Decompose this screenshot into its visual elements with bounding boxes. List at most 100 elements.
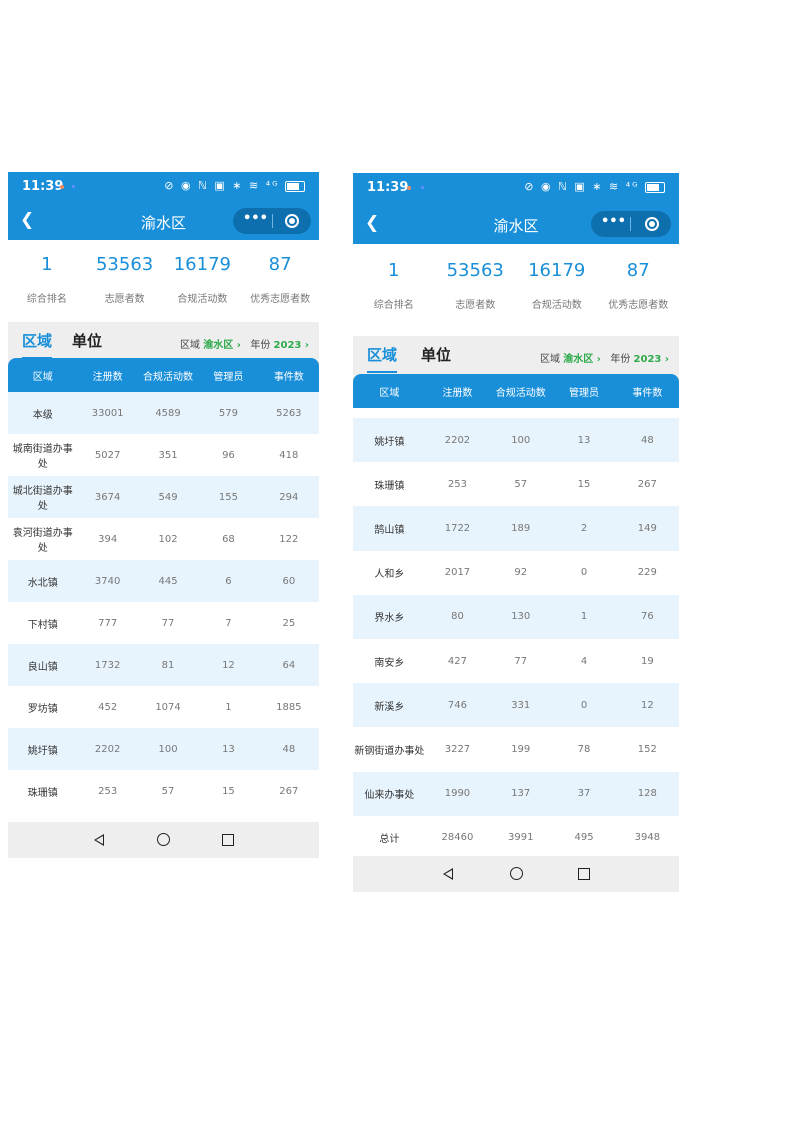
table-cell: 57 xyxy=(161,785,175,797)
table-cell: 92 xyxy=(514,567,528,579)
year-filter-label: 年份 xyxy=(250,340,271,351)
stat-value: 87 xyxy=(626,260,650,281)
region-name-cell: 总计 xyxy=(379,834,400,846)
stat-excellent: 87 优秀志愿者数 xyxy=(241,252,319,322)
stat-excellent: 87 优秀志愿者数 xyxy=(598,258,680,336)
table-row[interactable]: 新钢街道办事处 3227 199 78 152 xyxy=(353,727,679,771)
more-icon[interactable]: ••• xyxy=(601,214,626,229)
table-cell: 267 xyxy=(637,478,657,490)
mini-program-capsule: ••• xyxy=(233,208,311,234)
table-cell: 199 xyxy=(511,743,531,755)
close-target-icon[interactable] xyxy=(285,214,299,228)
table-row[interactable]: 南安乡 427 77 4 19 xyxy=(353,639,679,683)
table-row[interactable]: 水北镇 3740 445 6 60 xyxy=(8,560,319,602)
table-cell: 100 xyxy=(511,434,531,446)
table-row[interactable]: 罗坊镇 452 1074 1 1885 xyxy=(8,686,319,728)
table-cell: 2017 xyxy=(444,567,471,579)
region-name-cell: 鹄山镇 xyxy=(374,524,405,536)
stat-value: 87 xyxy=(268,254,292,275)
stat-rank: 1 综合排名 xyxy=(353,258,435,336)
table-cell: 1990 xyxy=(444,788,471,800)
stats-row: 1 综合排名 53563 志愿者数 16179 合规活动数 87 优秀志愿者数 xyxy=(353,244,679,336)
table-cell: 13 xyxy=(222,743,235,755)
header-cell: 合规活动数 xyxy=(495,387,546,399)
table-row[interactable]: 城南街道办事处 5027 351 96 418 xyxy=(8,434,319,476)
table-row[interactable]: 人和乡 2017 92 0 229 xyxy=(353,551,679,595)
table-row[interactable]: 姚圩镇 2202 100 13 48 xyxy=(8,728,319,770)
table-header: 区域 注册数 合规活动数 管理员 事件数 xyxy=(353,374,679,408)
header-cell: 注册数 xyxy=(92,371,123,383)
table-row[interactable]: 鹄山镇 1722 189 2 149 xyxy=(353,506,679,551)
table-cell: 15 xyxy=(222,785,235,797)
table-cell: 57 xyxy=(514,478,528,490)
back-nav-icon[interactable] xyxy=(443,868,453,880)
back-nav-icon[interactable] xyxy=(94,834,104,846)
region-name-cell: 姚圩镇 xyxy=(27,745,58,757)
tab-region[interactable]: 区域 xyxy=(22,330,53,359)
more-icon[interactable]: ••• xyxy=(243,211,268,226)
chevron-right-icon: › xyxy=(236,340,241,351)
year-filter[interactable]: 2023 › xyxy=(634,354,669,365)
tab-unit[interactable]: 单位 xyxy=(421,344,451,365)
table-cell: 253 xyxy=(447,478,467,490)
status-time: 11:39 xyxy=(22,179,64,194)
header-cell: 区域 xyxy=(379,387,400,399)
filter-bar: 区域 渝水区 › 年份 2023 › xyxy=(180,336,309,351)
recents-icon[interactable] xyxy=(578,868,590,880)
table-cell: 12 xyxy=(222,659,235,671)
area-filter-value: 渝水区 xyxy=(563,354,594,365)
table-row[interactable]: 珠珊镇 253 57 15 267 xyxy=(8,770,319,812)
region-name-cell: 珠珊镇 xyxy=(374,480,405,492)
table-cell: 746 xyxy=(447,699,467,711)
home-icon[interactable] xyxy=(157,833,170,846)
table-row[interactable]: 总计 28460 3991 495 3948 xyxy=(353,816,679,860)
table-cell: 37 xyxy=(577,788,591,800)
tab-unit[interactable]: 单位 xyxy=(72,330,102,351)
table-cell: 1 xyxy=(580,611,588,623)
table-cell: 13 xyxy=(577,434,591,446)
area-filter-label: 区域 xyxy=(180,340,201,351)
stat-value: 53563 xyxy=(95,254,154,275)
table-cell: 0 xyxy=(580,699,588,711)
region-name-cell: 袁河街道办事处 xyxy=(12,528,73,554)
table-cell: 418 xyxy=(279,449,299,461)
table-cell: 3674 xyxy=(94,491,121,503)
table-body: 本级 33001 4589 579 5263 城南街道办事处 5027 351 96 418 城北街… xyxy=(8,392,319,812)
table-cell: 68 xyxy=(222,533,235,545)
region-name-cell: 仙来办事处 xyxy=(364,790,415,802)
home-icon[interactable] xyxy=(510,867,523,880)
table-row[interactable]: 珠珊镇 253 57 15 267 xyxy=(353,462,679,506)
table-row[interactable]: 本级 33001 4589 579 5263 xyxy=(8,392,319,434)
table-cell: 96 xyxy=(222,449,235,461)
table-cell: 394 xyxy=(98,533,118,545)
table-row[interactable]: 袁河街道办事处 394 102 68 122 xyxy=(8,518,319,560)
table-row[interactable]: 界水乡 80 130 1 76 xyxy=(353,594,679,639)
table-cell: 445 xyxy=(158,575,178,587)
status-bar: 11:39 ⊘ ◉ ℕ ▣ ∗ ≋ ⁴ᴳ xyxy=(8,172,319,202)
header-cell: 注册数 xyxy=(442,387,473,399)
table-row[interactable]: 良山镇 1732 81 12 64 xyxy=(8,644,319,686)
year-filter[interactable]: 2023 › xyxy=(274,340,309,351)
area-filter[interactable]: 渝水区 › xyxy=(203,340,241,351)
table-cell: 152 xyxy=(637,743,657,755)
recents-icon[interactable] xyxy=(222,834,234,846)
stat-value: 1 xyxy=(388,260,400,281)
table-cell: 78 xyxy=(577,743,591,755)
area-filter[interactable]: 渝水区 › xyxy=(563,354,601,365)
table-cell: 0 xyxy=(580,567,588,579)
table-row[interactable]: 城北街道办事处 3674 549 155 294 xyxy=(8,476,319,518)
year-filter-label: 年份 xyxy=(610,354,631,365)
area-filter-label: 区域 xyxy=(540,354,561,365)
table-row[interactable]: 新溪乡 746 331 0 12 xyxy=(353,683,679,728)
stat-rank: 1 综合排名 xyxy=(8,252,86,322)
header-cell: 事件数 xyxy=(632,387,663,399)
close-target-icon[interactable] xyxy=(645,217,659,231)
table-row[interactable]: 仙来办事处 1990 137 37 128 xyxy=(353,771,679,816)
tab-region[interactable]: 区域 xyxy=(367,344,398,373)
nav-bar: ❮ 渝水区 ••• xyxy=(353,205,679,244)
notification-dot-icon xyxy=(421,186,424,189)
stat-label: 综合排名 xyxy=(26,294,67,305)
table-cell: 495 xyxy=(574,832,594,844)
table-row[interactable]: 姚圩镇 2202 100 13 48 xyxy=(353,418,679,463)
table-row[interactable]: 下村镇 777 77 7 25 xyxy=(8,602,319,644)
